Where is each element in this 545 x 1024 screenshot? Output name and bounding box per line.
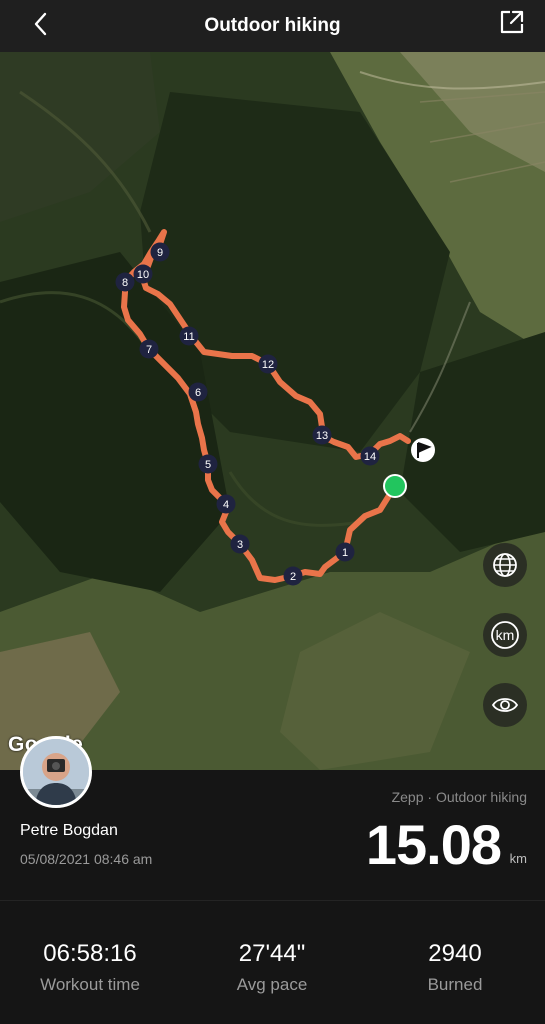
km-circle-icon bbox=[491, 621, 519, 649]
workout-summary-panel: Petre Bogdan 05/08/2021 08:46 am Zepp · … bbox=[0, 736, 545, 1024]
share-button[interactable] bbox=[497, 7, 527, 37]
route-overlay: 1234567891011121314 bbox=[115, 229, 435, 586]
km-marker-label: 6 bbox=[195, 387, 201, 399]
km-marker: 7 bbox=[139, 339, 159, 359]
start-point bbox=[383, 474, 407, 498]
km-marker: 14 bbox=[360, 446, 380, 466]
km-marker: 1 bbox=[335, 542, 355, 562]
km-marker: 4 bbox=[216, 494, 236, 514]
stat-burned: 2940 Burned bbox=[375, 940, 535, 995]
stat-label: Burned bbox=[427, 975, 483, 994]
km-toggle-button[interactable]: km bbox=[483, 613, 527, 657]
km-marker-label: 11 bbox=[183, 331, 194, 343]
workout-source: Zepp · Outdoor hiking bbox=[391, 789, 527, 805]
km-marker: 13 bbox=[312, 425, 332, 445]
km-marker: 2 bbox=[283, 566, 303, 586]
km-marker: 10 bbox=[133, 264, 153, 284]
chevron-left-icon bbox=[34, 12, 47, 36]
workout-datetime: 05/08/2021 08:46 am bbox=[20, 851, 153, 867]
top-bar: Outdoor hiking bbox=[0, 0, 545, 52]
km-marker-label: 4 bbox=[223, 499, 229, 511]
km-marker: 6 bbox=[188, 382, 208, 402]
globe-icon bbox=[493, 553, 517, 577]
back-button[interactable] bbox=[26, 9, 56, 39]
divider bbox=[0, 900, 545, 901]
stat-workout-time: 06:58:16 Workout time bbox=[10, 940, 170, 995]
user-name: Petre Bogdan bbox=[20, 822, 118, 839]
user-photo bbox=[23, 739, 89, 805]
km-marker-label: 3 bbox=[237, 539, 243, 551]
stat-value: 27'44" bbox=[238, 940, 306, 967]
km-marker-label: 7 bbox=[146, 344, 152, 356]
km-marker-label: 12 bbox=[262, 359, 274, 371]
km-marker: 8 bbox=[115, 272, 135, 292]
stat-value: 06:58:16 bbox=[43, 940, 137, 967]
stat-value: 2940 bbox=[428, 940, 482, 967]
share-icon bbox=[500, 10, 524, 34]
finish-flag bbox=[411, 438, 435, 462]
km-marker-label: 9 bbox=[157, 247, 163, 259]
eye-icon bbox=[491, 698, 519, 712]
km-marker: 3 bbox=[230, 534, 250, 554]
stat-label: Workout time bbox=[40, 975, 140, 994]
km-marker-label: 14 bbox=[364, 451, 376, 463]
page-title: Outdoor hiking bbox=[204, 15, 341, 36]
km-marker-label: 5 bbox=[205, 459, 211, 471]
route-map[interactable]: 1234567891011121314 Google km bbox=[0, 52, 545, 770]
distance-value: 15.08 bbox=[365, 813, 502, 876]
map-layer-button[interactable] bbox=[483, 543, 527, 587]
km-marker-label: 10 bbox=[137, 269, 149, 281]
km-marker: 5 bbox=[198, 454, 218, 474]
km-marker: 11 bbox=[179, 326, 199, 346]
km-marker-label: 2 bbox=[290, 571, 296, 583]
route-line bbox=[121, 229, 411, 583]
km-marker: 12 bbox=[258, 354, 278, 374]
distance-unit: km bbox=[509, 851, 527, 866]
km-marker: 9 bbox=[150, 242, 170, 262]
visibility-button[interactable] bbox=[483, 683, 527, 727]
avatar[interactable] bbox=[20, 736, 92, 808]
stat-label: Avg pace bbox=[236, 975, 308, 994]
km-marker-label: 13 bbox=[316, 430, 328, 442]
stat-avg-pace: 27'44" Avg pace bbox=[192, 940, 352, 995]
km-marker-label: 8 bbox=[122, 277, 128, 289]
km-marker-label: 1 bbox=[342, 547, 348, 559]
